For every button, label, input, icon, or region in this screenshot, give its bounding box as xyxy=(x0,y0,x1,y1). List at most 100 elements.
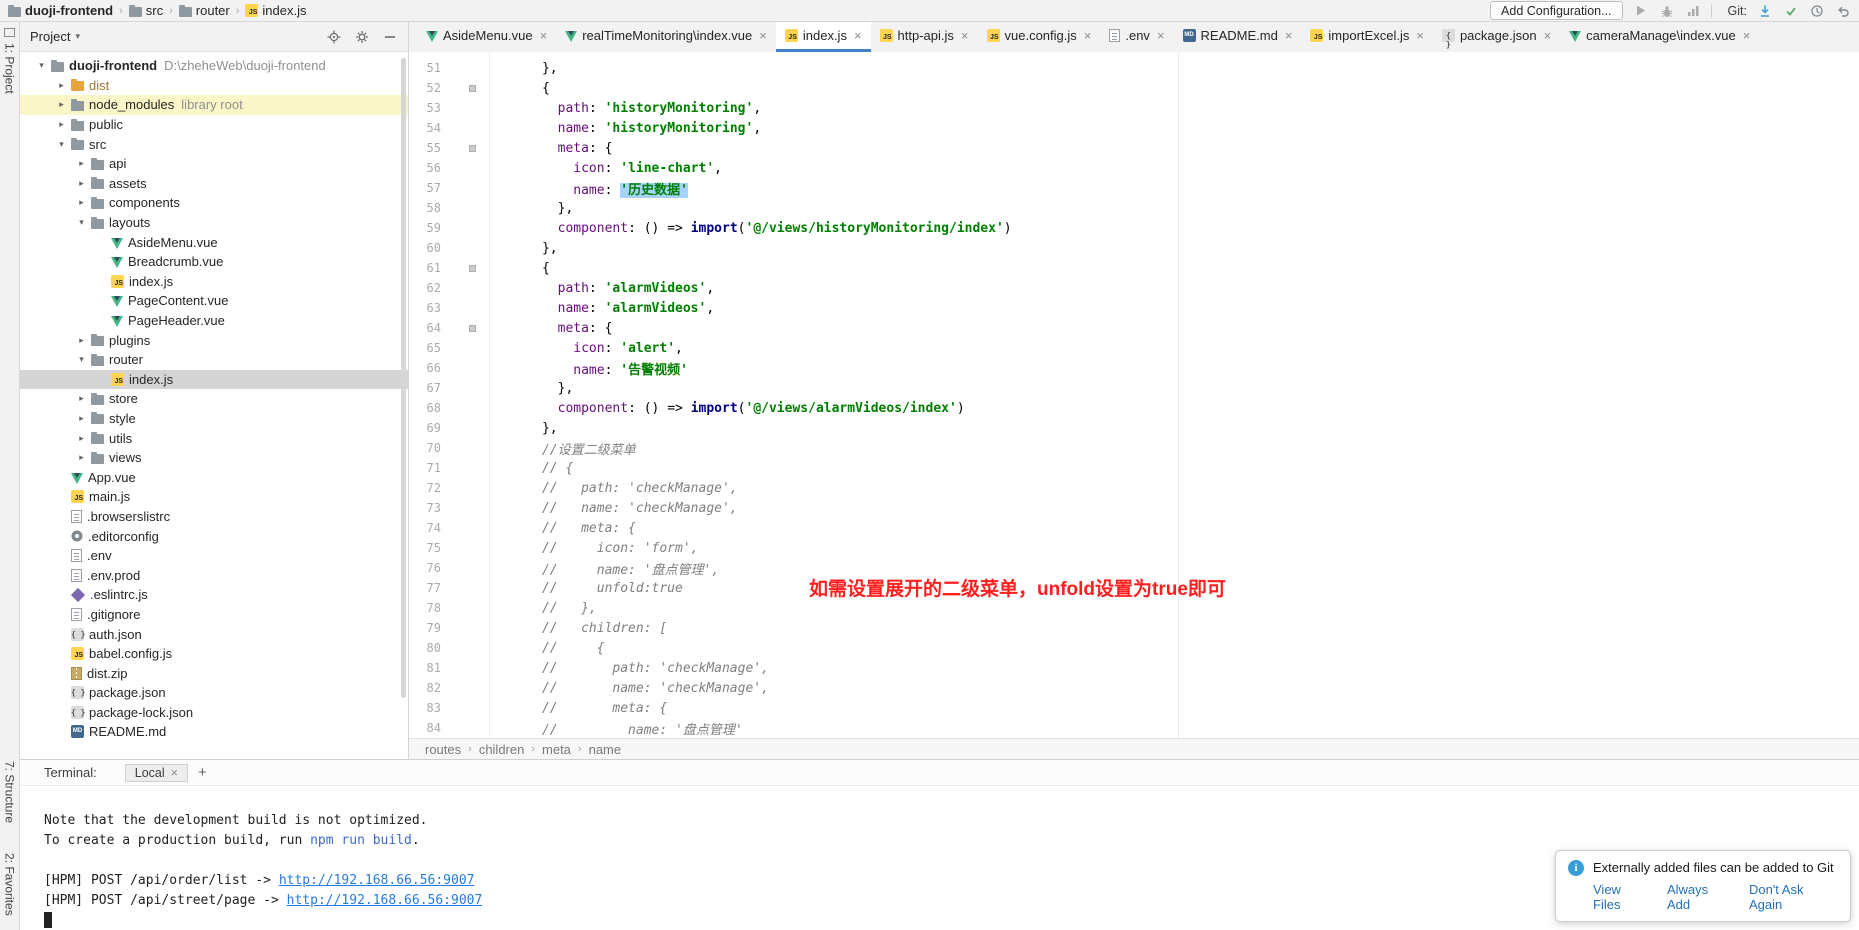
tool-stripe-favorites[interactable]: 2: Favorites xyxy=(3,847,17,922)
code-line[interactable]: 79 // children: [ xyxy=(409,618,1859,638)
tree-row[interactable]: ▸views xyxy=(20,448,408,468)
tree-row[interactable]: ▸plugins xyxy=(20,330,408,350)
tree-row[interactable]: ▾router xyxy=(20,350,408,370)
chevron-down-icon[interactable]: ▾ xyxy=(52,139,71,150)
terminal-link[interactable]: http://192.168.66.56:9007 xyxy=(279,873,475,888)
tree-row[interactable]: ▸public xyxy=(20,115,408,135)
tree-row[interactable]: ▾layouts xyxy=(20,213,408,233)
tab-close-icon[interactable]: × xyxy=(1544,28,1552,43)
tab-close-icon[interactable]: × xyxy=(540,28,548,43)
tree-row[interactable]: PageHeader.vue xyxy=(20,311,408,331)
breadcrumb-item[interactable]: index.js xyxy=(245,3,306,18)
project-view-selector[interactable]: Project ▾ xyxy=(30,29,80,44)
code-line[interactable]: 70 //设置二级菜单 xyxy=(409,438,1859,458)
code-line[interactable]: 55 meta: { xyxy=(409,138,1859,158)
editor-tab[interactable]: AsideMenu.vue× xyxy=(417,22,556,52)
code-line[interactable]: 69 }, xyxy=(409,418,1859,438)
project-scrollbar[interactable] xyxy=(401,58,406,698)
editor[interactable]: 51 },52 {53 path: 'historyMonitoring',54… xyxy=(409,52,1859,738)
hide-panel-icon[interactable] xyxy=(382,29,398,45)
code-line[interactable]: 59 component: () => import('@/views/hist… xyxy=(409,218,1859,238)
chevron-down-icon[interactable]: ▾ xyxy=(72,354,91,365)
code-line[interactable]: 72 // path: 'checkManage', xyxy=(409,478,1859,498)
chevron-down-icon[interactable]: ▾ xyxy=(32,60,51,71)
code-line[interactable]: 64 meta: { xyxy=(409,318,1859,338)
editor-breadcrumb-item[interactable]: routes xyxy=(425,742,461,757)
code-line[interactable]: 75 // icon: 'form', xyxy=(409,538,1859,558)
tree-row[interactable]: babel.config.js xyxy=(20,644,408,664)
notification-action[interactable]: Always Add xyxy=(1667,882,1733,912)
breadcrumb-item[interactable]: src xyxy=(129,3,163,18)
terminal-tab-local[interactable]: Local × xyxy=(125,764,188,782)
tree-row[interactable]: ▸node_moduleslibrary root xyxy=(20,95,408,115)
gear-icon[interactable] xyxy=(354,29,370,45)
revert-icon[interactable] xyxy=(1835,3,1851,19)
code-line[interactable]: 76 // name: '盘点管理', xyxy=(409,558,1859,578)
code-line[interactable]: 80 // { xyxy=(409,638,1859,658)
chevron-right-icon[interactable]: ▸ xyxy=(72,452,91,463)
tree-row[interactable]: ▸dist xyxy=(20,76,408,96)
code-line[interactable]: 81 // path: 'checkManage', xyxy=(409,658,1859,678)
tab-close-icon[interactable]: × xyxy=(1157,28,1165,43)
tab-close-icon[interactable]: × xyxy=(854,28,862,43)
tree-row[interactable]: main.js xyxy=(20,487,408,507)
tree-row[interactable]: ▸style xyxy=(20,409,408,429)
code-line[interactable]: 54 name: 'historyMonitoring', xyxy=(409,118,1859,138)
code-line[interactable]: 65 icon: 'alert', xyxy=(409,338,1859,358)
tree-row[interactable]: package-lock.json xyxy=(20,703,408,723)
tab-close-icon[interactable]: × xyxy=(1416,28,1424,43)
code-line[interactable]: 68 component: () => import('@/views/alar… xyxy=(409,398,1859,418)
notification-action[interactable]: Don't Ask Again xyxy=(1749,882,1838,912)
git-update-icon[interactable] xyxy=(1757,3,1773,19)
code-line[interactable]: 62 path: 'alarmVideos', xyxy=(409,278,1859,298)
tab-close-icon[interactable]: × xyxy=(961,28,969,43)
tree-row[interactable]: README.md xyxy=(20,722,408,742)
code-line[interactable]: 66 name: '告警视频' xyxy=(409,358,1859,378)
code-line[interactable]: 78 // }, xyxy=(409,598,1859,618)
tree-row[interactable]: Breadcrumb.vue xyxy=(20,252,408,272)
code-line[interactable]: 57 name: '历史数据' xyxy=(409,178,1859,198)
tree-row[interactable]: ▸store xyxy=(20,389,408,409)
editor-breadcrumb-item[interactable]: children xyxy=(479,742,525,757)
code-line[interactable]: 77 // unfold:true xyxy=(409,578,1859,598)
code-line[interactable]: 83 // meta: { xyxy=(409,698,1859,718)
locate-file-icon[interactable] xyxy=(326,29,342,45)
profiler-icon[interactable] xyxy=(1685,3,1701,19)
chevron-right-icon[interactable]: ▸ xyxy=(72,413,91,424)
breadcrumb-item[interactable]: duoji-frontend xyxy=(8,3,113,18)
tree-row[interactable]: ▸api xyxy=(20,154,408,174)
tree-row[interactable]: ▾src xyxy=(20,134,408,154)
close-icon[interactable]: × xyxy=(171,766,178,780)
code-line[interactable]: 53 path: 'historyMonitoring', xyxy=(409,98,1859,118)
editor-tab[interactable]: index.js× xyxy=(776,22,871,52)
code-line[interactable]: 51 }, xyxy=(409,58,1859,78)
code-line[interactable]: 73 // name: 'checkManage', xyxy=(409,498,1859,518)
code-line[interactable]: 61 { xyxy=(409,258,1859,278)
tree-row[interactable]: ▸components xyxy=(20,193,408,213)
code-line[interactable]: 56 icon: 'line-chart', xyxy=(409,158,1859,178)
editor-tab[interactable]: package.json× xyxy=(1433,22,1560,52)
tab-close-icon[interactable]: × xyxy=(1084,28,1092,43)
tree-row[interactable]: PageContent.vue xyxy=(20,291,408,311)
breadcrumb-item[interactable]: router xyxy=(179,3,230,18)
code-line[interactable]: 82 // name: 'checkManage', xyxy=(409,678,1859,698)
debug-icon[interactable] xyxy=(1659,3,1675,19)
tool-stripe-structure[interactable]: 7: Structure xyxy=(3,755,17,829)
editor-tab[interactable]: README.md× xyxy=(1174,22,1302,52)
new-terminal-button[interactable]: + xyxy=(198,764,207,781)
tree-row[interactable]: AsideMenu.vue xyxy=(20,232,408,252)
chevron-right-icon[interactable]: ▸ xyxy=(52,80,71,91)
code-line[interactable]: 58 }, xyxy=(409,198,1859,218)
tab-close-icon[interactable]: × xyxy=(1285,28,1293,43)
tab-close-icon[interactable]: × xyxy=(1743,28,1751,43)
code-line[interactable]: 52 { xyxy=(409,78,1859,98)
editor-breadcrumb-item[interactable]: name xyxy=(589,742,622,757)
tab-close-icon[interactable]: × xyxy=(759,28,767,43)
tree-row[interactable]: .env.prod xyxy=(20,565,408,585)
chevron-right-icon[interactable]: ▸ xyxy=(52,119,71,130)
tree-row[interactable]: ▸assets xyxy=(20,174,408,194)
fold-marker[interactable] xyxy=(469,325,476,332)
chevron-right-icon[interactable]: ▸ xyxy=(72,158,91,169)
tree-row[interactable]: ▾duoji-frontendD:\zheheWeb\duoji-fronten… xyxy=(20,56,408,76)
chevron-right-icon[interactable]: ▸ xyxy=(72,178,91,189)
